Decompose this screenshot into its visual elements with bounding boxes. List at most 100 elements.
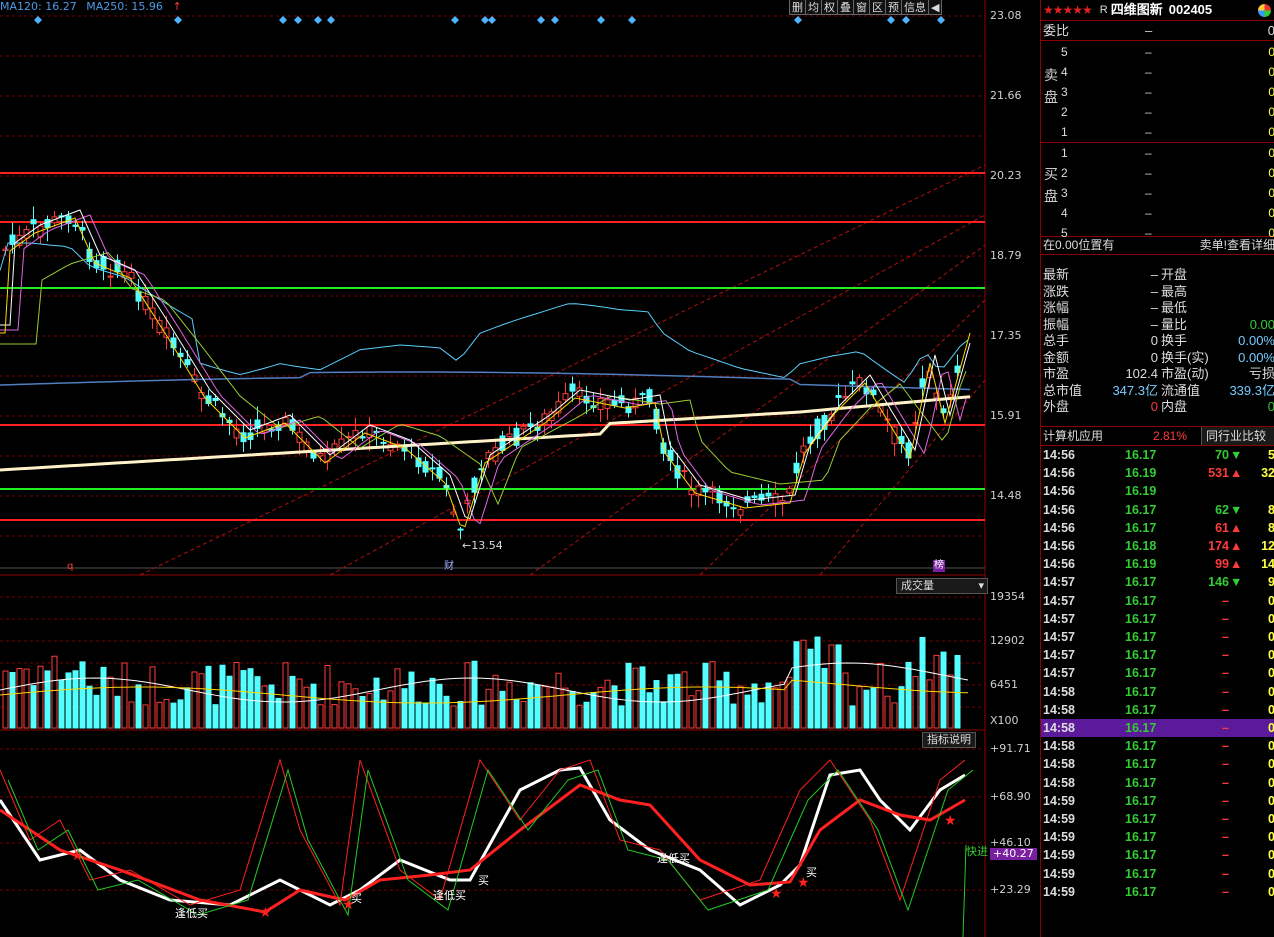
volume-bar bbox=[541, 686, 548, 729]
tick-row[interactable]: 14:56 16.19 531 ▲ 32 bbox=[1041, 464, 1274, 482]
tick-volume: – bbox=[1222, 666, 1229, 681]
tick-count: 32 bbox=[1261, 466, 1274, 481]
volume-tick-label: 12902 bbox=[990, 634, 1025, 647]
sell-level-row[interactable]: 5 – 0 bbox=[1061, 42, 1274, 62]
tick-volume: – bbox=[1222, 757, 1229, 772]
candle-body bbox=[282, 417, 289, 425]
tick-row[interactable]: 14:56 16.18 174 ▲ 12 bbox=[1041, 537, 1274, 555]
volume-bar bbox=[107, 676, 114, 729]
tick-row[interactable]: 14:56 16.19 bbox=[1041, 482, 1274, 500]
tick-count: 0 bbox=[1268, 684, 1274, 699]
buy-level-row[interactable]: 2 – 0 bbox=[1061, 163, 1274, 183]
tick-count: 0 bbox=[1268, 775, 1274, 790]
tick-row[interactable]: 14:57 16.17 146 ▼ 9 bbox=[1041, 573, 1274, 591]
level-price: – bbox=[1145, 186, 1152, 200]
buy-level-row[interactable]: 1 – 0 bbox=[1061, 143, 1274, 163]
stat-label: 量比 bbox=[1161, 316, 1188, 332]
volume-bar bbox=[821, 667, 828, 729]
event-marker-q[interactable]: q bbox=[67, 561, 73, 573]
sell-detail-link[interactable]: 卖单!查看详细 bbox=[1200, 236, 1274, 254]
volume-bar bbox=[926, 679, 933, 729]
toolbar-forecast-button[interactable]: 预 bbox=[885, 0, 902, 15]
toolbar-collapse-icon[interactable]: ◀ bbox=[928, 0, 943, 15]
sell-level-row[interactable]: 4 – 0 bbox=[1061, 62, 1274, 82]
toolbar-window-button[interactable]: 窗 bbox=[853, 0, 870, 15]
volume-bar bbox=[128, 701, 135, 729]
tick-row[interactable]: 14:59 16.17 – 0 bbox=[1041, 846, 1274, 864]
kline-chart-canvas[interactable]: ★★ ★★★★ bbox=[0, 0, 1040, 937]
tick-volume: – bbox=[1222, 611, 1229, 626]
tick-row[interactable]: 14:57 16.17 – 0 bbox=[1041, 592, 1274, 610]
buy-level-row[interactable]: 3 – 0 bbox=[1061, 183, 1274, 203]
tick-row[interactable]: 14:58 16.17 – 0 bbox=[1041, 701, 1274, 719]
volume-panel-selector[interactable]: 成交量 ▾ bbox=[896, 578, 988, 594]
volume-bar bbox=[345, 683, 352, 729]
event-marker-ranking[interactable]: 榜 bbox=[933, 560, 945, 572]
candle-body bbox=[380, 441, 387, 444]
tick-row[interactable]: 14:57 16.17 – 0 bbox=[1041, 628, 1274, 646]
candle-body bbox=[128, 271, 135, 279]
toolbar-overlay-button[interactable]: 叠 bbox=[837, 0, 854, 15]
tick-row[interactable]: 14:58 16.17 – 0 bbox=[1041, 737, 1274, 755]
tick-price: 16.17 bbox=[1125, 520, 1157, 535]
tick-row[interactable]: 14:59 16.17 – 0 bbox=[1041, 792, 1274, 810]
event-diamond-icon bbox=[481, 16, 489, 24]
tick-row[interactable]: 14:59 16.17 – 0 bbox=[1041, 883, 1274, 901]
arrow-down-icon: ▼ bbox=[1230, 575, 1243, 590]
tick-time: 14:56 bbox=[1043, 557, 1075, 572]
quote-header: ★★★★★ R 四维图新 002405 bbox=[1041, 0, 1274, 21]
tick-row[interactable]: 14:59 16.17 – 0 bbox=[1041, 865, 1274, 883]
tick-volume: – bbox=[1222, 884, 1229, 899]
toolbar-delete-button[interactable]: 删 bbox=[789, 0, 806, 15]
level-volume: 0 bbox=[1268, 206, 1274, 220]
stock-name[interactable]: 四维图新 bbox=[1111, 0, 1163, 20]
volume-bar bbox=[884, 695, 891, 729]
stock-prefix: R bbox=[1099, 4, 1108, 16]
tick-row[interactable]: 14:57 16.17 – 0 bbox=[1041, 646, 1274, 664]
tick-row[interactable]: 14:58 16.17 – 0 bbox=[1041, 774, 1274, 792]
event-marker-finance[interactable]: 财 bbox=[444, 561, 454, 573]
level-number: 3 bbox=[1061, 85, 1068, 99]
indicator-help-button[interactable]: 指标说明 bbox=[922, 732, 976, 748]
sell-level-row[interactable]: 3 – 0 bbox=[1061, 82, 1274, 102]
tick-row[interactable]: 14:56 16.17 70 ▼ 5 bbox=[1041, 446, 1274, 464]
tick-row[interactable]: 14:58 16.17 – 0 bbox=[1041, 755, 1274, 773]
volume-bar bbox=[842, 672, 849, 729]
tick-row[interactable]: 14:56 16.17 61 ▲ 8 bbox=[1041, 519, 1274, 537]
tick-time: 14:59 bbox=[1043, 884, 1075, 899]
volume-bar bbox=[772, 687, 779, 729]
stock-code: 002405 bbox=[1168, 2, 1213, 17]
tick-row[interactable]: 14:56 16.17 62 ▼ 8 bbox=[1041, 501, 1274, 519]
toolbar-range-button[interactable]: 区 bbox=[869, 0, 886, 15]
tick-row[interactable]: 14:58 16.17 – 0 bbox=[1041, 719, 1274, 737]
buy-level-row[interactable]: 4 – 0 bbox=[1061, 203, 1274, 223]
tick-row[interactable]: 14:56 16.19 99 ▲ 14 bbox=[1041, 555, 1274, 573]
stat-value: – bbox=[1150, 267, 1158, 282]
tick-row[interactable]: 14:58 16.17 – 0 bbox=[1041, 683, 1274, 701]
volume-bar bbox=[79, 661, 86, 729]
tick-row[interactable]: 14:59 16.17 – 0 bbox=[1041, 810, 1274, 828]
volume-bar bbox=[184, 687, 191, 729]
volume-bar bbox=[408, 671, 415, 729]
tick-price: 16.18 bbox=[1125, 539, 1157, 553]
volume-bar bbox=[877, 662, 884, 729]
toolbar-ma-button[interactable]: 均 bbox=[805, 0, 822, 15]
toolbar-info-button[interactable]: 信息 bbox=[901, 0, 929, 15]
weibi-row: 委比 – 0 bbox=[1041, 22, 1274, 41]
tick-price: 16.19 bbox=[1125, 466, 1157, 481]
kline-chart-area[interactable]: ★ ★ ★ ★ ★ ★ MA120: 16.27 MA250: 15.96 ↑ 删 均 权… bbox=[0, 0, 1040, 937]
industry-name[interactable]: 计算机应用 bbox=[1043, 427, 1103, 445]
tick-row[interactable]: 14:57 16.17 – 0 bbox=[1041, 664, 1274, 682]
toolbar-rights-button[interactable]: 权 bbox=[821, 0, 838, 15]
volume-bar bbox=[254, 676, 261, 729]
tick-row[interactable]: 14:57 16.17 – 0 bbox=[1041, 610, 1274, 628]
event-diamond-icon bbox=[314, 16, 322, 24]
tick-row[interactable]: 14:59 16.17 – 0 bbox=[1041, 828, 1274, 846]
volume-bar bbox=[380, 699, 387, 729]
pie-chart-icon[interactable] bbox=[1258, 3, 1271, 17]
tick-price: 16.17 bbox=[1125, 575, 1157, 590]
industry-compare-button[interactable]: 同行业比较 bbox=[1201, 427, 1274, 445]
sell-level-row[interactable]: 2 – 0 bbox=[1061, 102, 1274, 122]
tick-time: 14:58 bbox=[1043, 739, 1075, 754]
sell-level-row[interactable]: 1 – 0 bbox=[1061, 122, 1274, 142]
